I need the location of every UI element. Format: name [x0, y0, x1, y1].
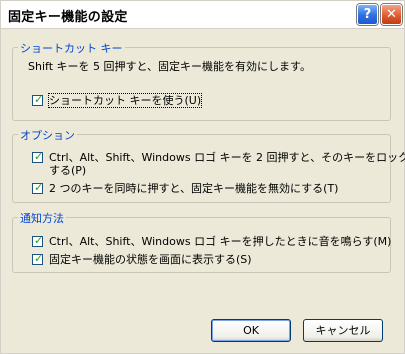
- checkmark-icon: ✓: [34, 150, 44, 163]
- shortcut-key-group: ショートカット キー Shift キーを 5 回押すと、固定キー機能を有効にしま…: [12, 40, 391, 121]
- notification-method-group-legend: 通知方法: [18, 210, 66, 226]
- show-status-checkbox[interactable]: ✓: [32, 252, 44, 265]
- shortcut-key-group-legend: ショートカット キー: [18, 40, 125, 56]
- checkmark-icon: ✓: [34, 234, 44, 247]
- disable-on-two-keys-checkbox[interactable]: ✓: [32, 181, 44, 194]
- play-sound-checkbox[interactable]: ✓: [32, 234, 44, 247]
- disable-on-two-keys-checkbox-row[interactable]: ✓ 2 つのキーを同時に押すと、固定キー機能を無効にする(T): [32, 181, 382, 196]
- show-status-label[interactable]: 固定キー機能の状態を画面に表示する(S): [49, 253, 252, 266]
- close-button[interactable]: ✕: [381, 4, 402, 25]
- title-bar[interactable]: 固定キー機能の設定 ? ✕: [1, 1, 404, 29]
- show-status-checkbox-row[interactable]: ✓ 固定キー機能の状態を画面に表示する(S): [32, 252, 382, 267]
- use-shortcut-checkbox[interactable]: ✓: [32, 93, 44, 106]
- use-shortcut-label[interactable]: ショートカット キーを使う(U): [47, 93, 203, 108]
- ok-button[interactable]: OK: [211, 319, 291, 342]
- lock-modifier-checkbox-row[interactable]: ✓ Ctrl、Alt、Shift、Windows ロゴ キーを 2 回押すと、そ…: [32, 150, 405, 179]
- sticky-keys-settings-dialog: 固定キー機能の設定 ? ✕ ショートカット キー Shift キーを 5 回押す…: [0, 0, 405, 354]
- checkmark-icon: ✓: [34, 93, 44, 106]
- help-button[interactable]: ?: [357, 4, 378, 25]
- options-group-legend: オプション: [18, 127, 77, 143]
- lock-modifier-label-line2[interactable]: する(P): [49, 164, 86, 177]
- help-icon: ?: [363, 7, 372, 22]
- checkmark-icon: ✓: [34, 181, 44, 194]
- checkmark-icon: ✓: [34, 252, 44, 265]
- play-sound-label[interactable]: Ctrl、Alt、Shift、Windows ロゴ キーを押したときに音を鳴らす…: [49, 235, 391, 248]
- close-icon: ✕: [386, 7, 397, 22]
- notification-method-group: 通知方法 ✓ Ctrl、Alt、Shift、Windows ロゴ キーを押したと…: [12, 210, 391, 273]
- options-group: オプション ✓ Ctrl、Alt、Shift、Windows ロゴ キーを 2 …: [12, 127, 405, 203]
- lock-modifier-label-line1[interactable]: Ctrl、Alt、Shift、Windows ロゴ キーを 2 回押すと、そのキ…: [49, 151, 405, 164]
- play-sound-checkbox-row[interactable]: ✓ Ctrl、Alt、Shift、Windows ロゴ キーを押したときに音を鳴…: [32, 234, 391, 249]
- lock-modifier-checkbox[interactable]: ✓: [32, 150, 44, 163]
- shortcut-description: Shift キーを 5 回押すと、固定キー機能を有効にします。: [28, 60, 311, 73]
- use-shortcut-checkbox-row[interactable]: ✓ ショートカット キーを使う(U): [32, 93, 362, 108]
- window-title: 固定キー機能の設定: [8, 10, 128, 25]
- disable-on-two-keys-label[interactable]: 2 つのキーを同時に押すと、固定キー機能を無効にする(T): [49, 182, 338, 195]
- cancel-button[interactable]: キャンセル: [303, 319, 383, 342]
